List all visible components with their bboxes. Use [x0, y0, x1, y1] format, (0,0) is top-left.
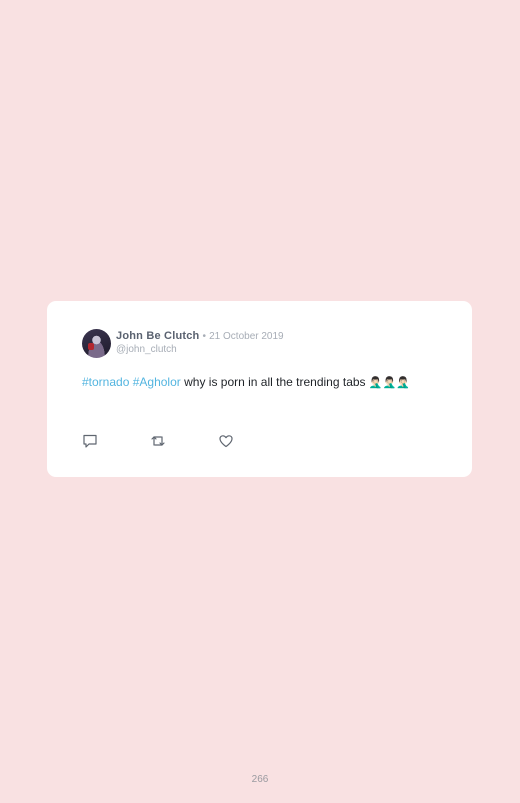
hashtag-agholor[interactable]: #Agholor — [133, 375, 181, 389]
avatar[interactable] — [82, 329, 111, 358]
retweet-icon[interactable] — [150, 433, 166, 449]
tweet-card: John Be Clutch • 21 October 2019 @john_c… — [47, 301, 472, 477]
separator: • — [202, 331, 207, 342]
facepalm-emojis: 🤦🏻‍♂️🤦🏻‍♂️🤦🏻‍♂️ — [368, 377, 410, 389]
author-handle[interactable]: @john_clutch — [116, 344, 177, 355]
tweet-date: 21 October 2019 — [209, 331, 284, 342]
tweet-header: John Be Clutch • 21 October 2019 — [116, 330, 284, 342]
reply-icon[interactable] — [82, 433, 98, 449]
tweet-text: #tornado #Agholor why is porn in all the… — [82, 375, 437, 390]
tweet-body: why is porn in all the trending tabs — [184, 375, 366, 389]
page-number: 266 — [251, 774, 269, 785]
like-icon[interactable] — [218, 433, 234, 449]
hashtag-tornado[interactable]: #tornado — [82, 375, 129, 389]
author-name[interactable]: John Be Clutch — [116, 330, 199, 342]
